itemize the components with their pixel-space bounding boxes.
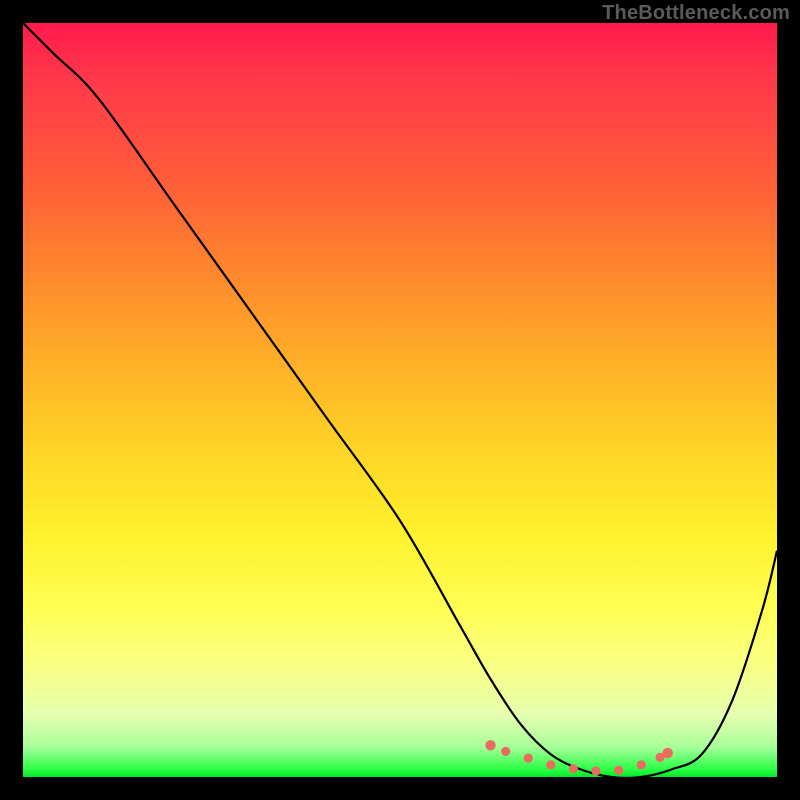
plot-area: [23, 23, 777, 777]
bottleneck-curve: [23, 23, 777, 777]
curve-path: [23, 23, 777, 777]
highlight-dot: [663, 748, 673, 758]
highlight-dots: [485, 740, 673, 776]
highlight-dot: [485, 740, 495, 750]
highlight-dot: [614, 766, 623, 775]
highlight-dot: [546, 760, 555, 769]
highlight-dot: [591, 766, 600, 775]
chart-frame: TheBottleneck.com: [0, 0, 800, 800]
highlight-dot: [637, 760, 646, 769]
highlight-dot: [524, 754, 533, 763]
curve-svg: [23, 23, 777, 777]
watermark-text: TheBottleneck.com: [602, 2, 790, 25]
highlight-dot: [501, 747, 510, 756]
highlight-dot: [569, 764, 578, 773]
